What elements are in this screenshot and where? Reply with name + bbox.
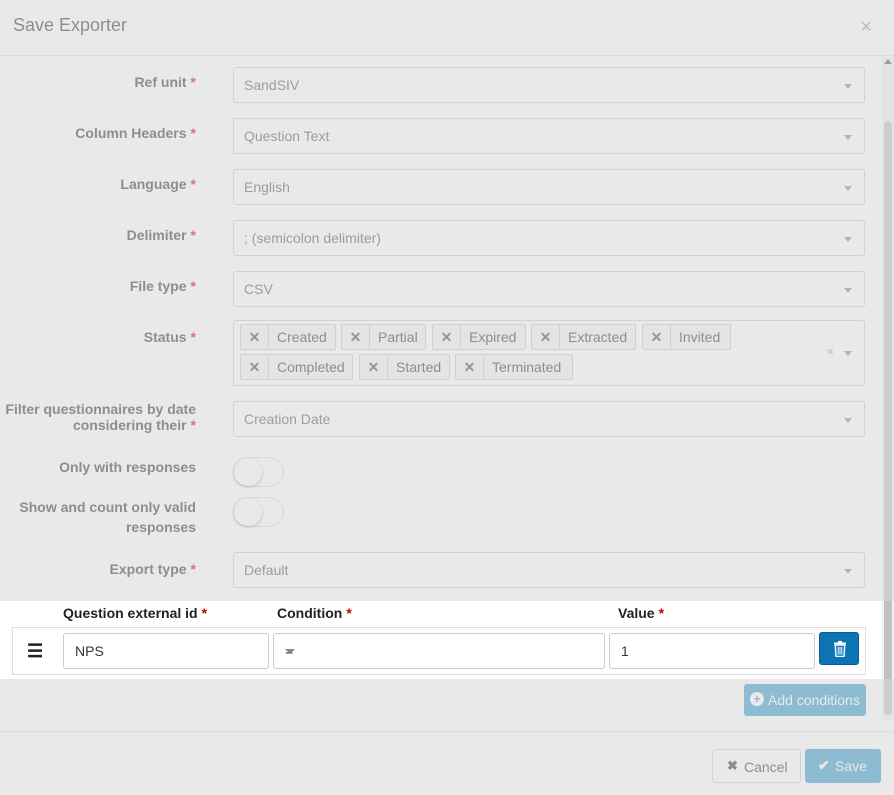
- delimiter-value: ; (semicolon delimiter): [244, 230, 381, 246]
- cancel-button[interactable]: ✖ Cancel: [712, 749, 801, 783]
- delimiter-select[interactable]: ; (semicolon delimiter): [233, 220, 865, 256]
- condition-row: ☰ NPS = 1: [12, 627, 866, 675]
- remove-tag-icon[interactable]: ✕: [643, 325, 671, 349]
- trash-icon: [834, 641, 846, 657]
- status-label: Status *: [143, 329, 196, 345]
- delimiter-label: Delimiter *: [126, 227, 196, 243]
- export-type-value: Default: [244, 562, 289, 578]
- modal-title: Save Exporter: [13, 15, 128, 35]
- drag-handle-icon[interactable]: ☰: [27, 642, 43, 660]
- remove-tag-icon[interactable]: ✕: [241, 325, 269, 349]
- chevron-down-icon: [285, 649, 295, 654]
- file-type-label: File type *: [129, 278, 196, 294]
- delete-condition-button[interactable]: [819, 632, 859, 665]
- condition-select[interactable]: =: [273, 633, 605, 669]
- column-headers-value: Question Text: [244, 128, 330, 144]
- ref-unit-select[interactable]: SandSIV: [233, 67, 865, 103]
- export-type-row: Export type * Default: [0, 552, 882, 588]
- language-select[interactable]: English: [233, 169, 865, 205]
- only-responses-toggle[interactable]: [233, 457, 284, 487]
- scrollbar[interactable]: [882, 57, 894, 721]
- chevron-down-icon: [844, 135, 852, 140]
- column-headers-row: Column Headers * Question Text: [0, 118, 882, 154]
- chevron-down-icon: [844, 186, 852, 191]
- status-tag: ✕ Invited: [642, 324, 731, 350]
- toggle-knob: [234, 458, 262, 486]
- condition-header: Condition *: [277, 605, 352, 621]
- chevron-down-icon: [844, 569, 852, 574]
- export-type-select[interactable]: Default: [233, 552, 865, 588]
- filter-date-label: Filter questionnaires by date considerin…: [5, 401, 196, 433]
- status-tag: ✕ Created: [240, 324, 336, 350]
- close-icon: ✖: [727, 758, 738, 773]
- file-type-row: File type * CSV: [0, 271, 882, 307]
- remove-tag-icon[interactable]: ✕: [241, 355, 269, 379]
- close-icon[interactable]: ×: [860, 17, 872, 37]
- language-label: Language *: [120, 176, 196, 192]
- chevron-down-icon: [844, 418, 852, 423]
- status-tag: ✕ Extracted: [531, 324, 636, 350]
- valid-responses-row: Show and count only valid responses: [0, 497, 882, 537]
- modal-header: Save Exporter ×: [0, 0, 894, 56]
- plus-circle-icon: +: [750, 692, 764, 706]
- status-tag: ✕ Partial: [341, 324, 426, 350]
- ref-unit-row: Ref unit * SandSIV: [0, 67, 882, 103]
- chevron-down-icon: [844, 84, 852, 89]
- status-tag: ✕ Terminated: [455, 354, 573, 380]
- remove-tag-icon[interactable]: ✕: [456, 355, 484, 379]
- ref-unit-value: SandSIV: [244, 77, 300, 93]
- toggle-knob: [234, 498, 262, 526]
- only-responses-label: Only with responses: [59, 459, 196, 475]
- check-icon: ✔: [818, 757, 830, 773]
- language-row: Language * English: [0, 169, 882, 205]
- modal-body: Ref unit * SandSIV Column Headers * Questi…: [0, 57, 894, 731]
- remove-tag-icon[interactable]: ✕: [360, 355, 388, 379]
- file-type-value: CSV: [244, 281, 273, 297]
- status-tag: ✕ Expired: [432, 324, 526, 350]
- chevron-down-icon: [844, 237, 852, 242]
- status-tag: ✕ Completed: [240, 354, 353, 380]
- valid-responses-toggle[interactable]: [233, 497, 284, 527]
- export-type-label: Export type *: [109, 561, 196, 577]
- filter-date-value: Creation Date: [244, 411, 331, 427]
- status-multiselect[interactable]: ✕ Created ✕ Partial ✕ Expired ✕ Extracted ✕ I…: [233, 320, 865, 386]
- question-id-header: Question external id *: [63, 605, 208, 621]
- column-headers-select[interactable]: Question Text: [233, 118, 865, 154]
- scroll-thumb[interactable]: [884, 121, 892, 715]
- ref-unit-label: Ref unit *: [134, 74, 196, 90]
- save-button[interactable]: ✔ Save: [805, 749, 881, 783]
- modal-footer: ✖ Cancel ✔ Save: [0, 731, 894, 795]
- status-tag: ✕ Started: [359, 354, 450, 380]
- clear-icon[interactable]: ×: [826, 344, 834, 359]
- question-id-input[interactable]: NPS: [63, 633, 269, 669]
- filter-date-select[interactable]: Creation Date: [233, 401, 865, 437]
- remove-tag-icon[interactable]: ✕: [433, 325, 461, 349]
- chevron-down-icon: [844, 351, 852, 356]
- file-type-select[interactable]: CSV: [233, 271, 865, 307]
- valid-responses-label: Show and count only valid responses: [19, 499, 196, 535]
- add-conditions-button[interactable]: + Add conditions: [744, 684, 866, 716]
- value-header: Value *: [618, 605, 665, 621]
- save-exporter-modal: Save Exporter × Ref unit * SandSIV Column…: [0, 0, 894, 795]
- column-headers-label: Column Headers *: [75, 125, 196, 141]
- only-responses-row: Only with responses: [0, 457, 882, 487]
- chevron-down-icon: [844, 288, 852, 293]
- delimiter-row: Delimiter * ; (semicolon delimiter): [0, 220, 882, 256]
- value-input[interactable]: 1: [609, 633, 815, 669]
- language-value: English: [244, 179, 290, 195]
- scroll-up-icon[interactable]: [884, 59, 892, 64]
- conditions-panel: Question external id * Condition * Value * …: [0, 601, 882, 679]
- remove-tag-icon[interactable]: ✕: [532, 325, 560, 349]
- remove-tag-icon[interactable]: ✕: [342, 325, 370, 349]
- filter-date-row: Filter questionnaires by date considerin…: [0, 401, 882, 437]
